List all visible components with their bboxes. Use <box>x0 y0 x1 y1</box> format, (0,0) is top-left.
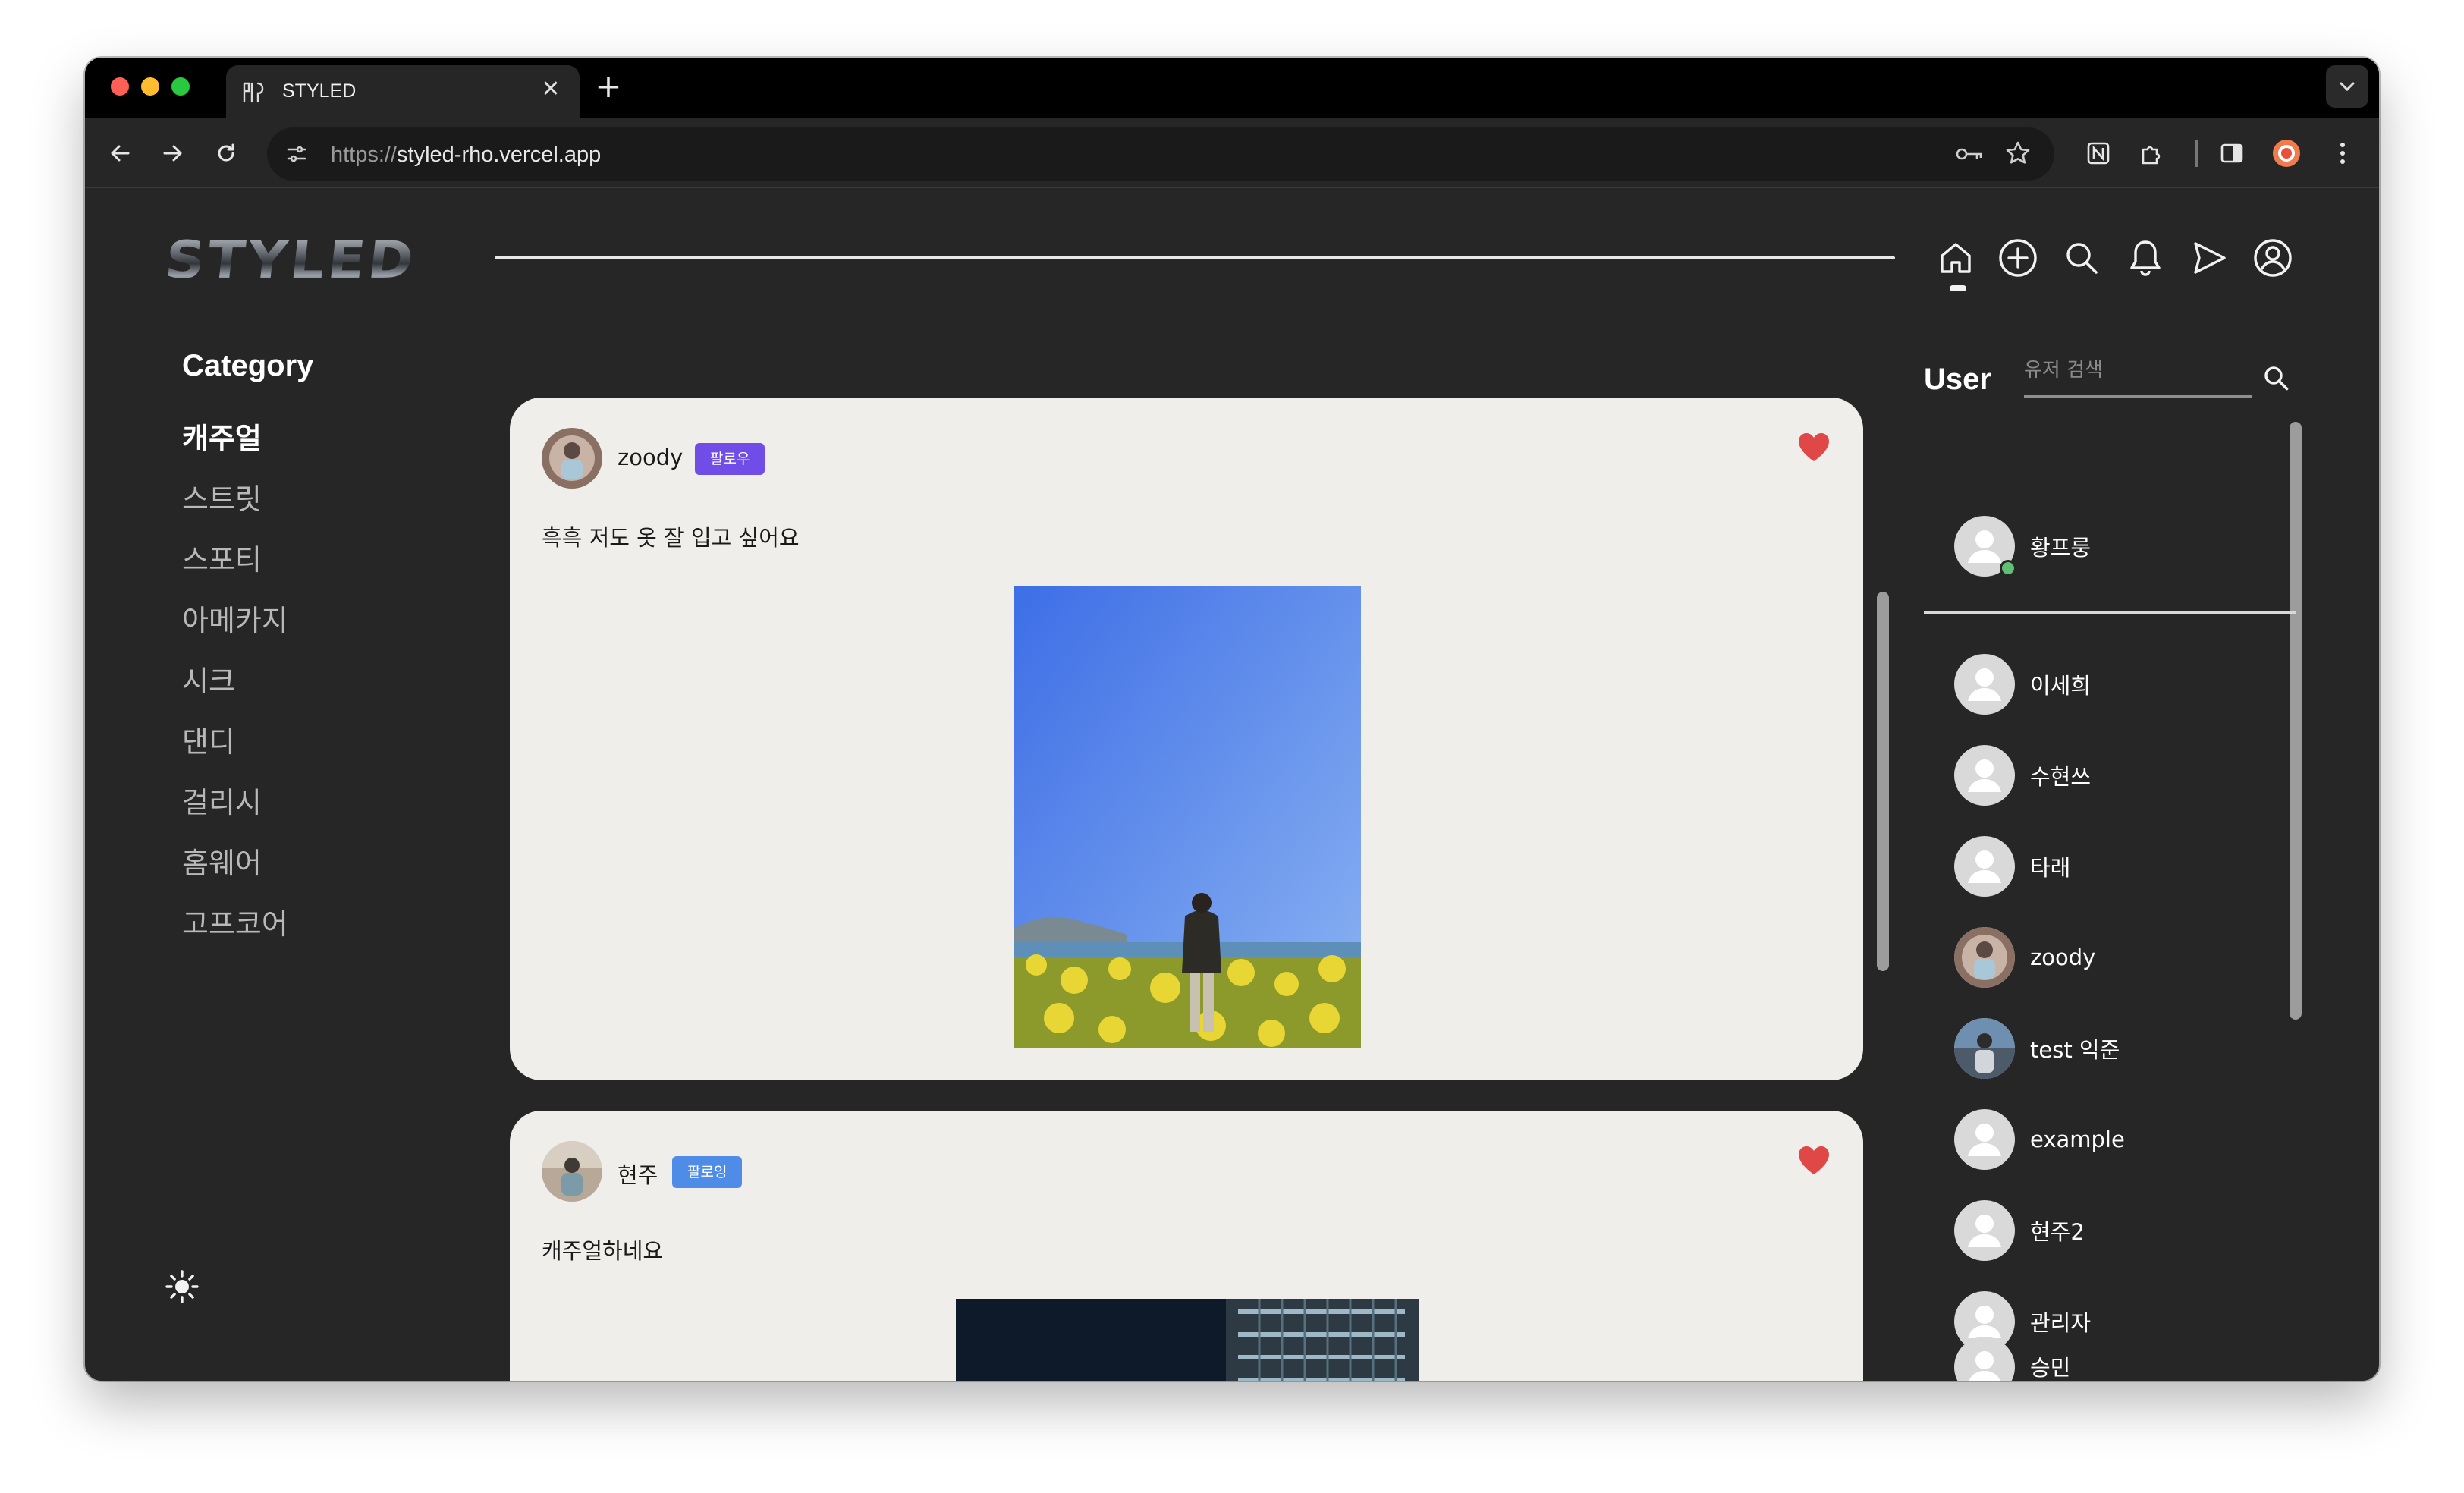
post-photo[interactable] <box>1014 586 1361 1048</box>
search-icon[interactable] <box>2060 237 2103 279</box>
tab-search-button[interactable] <box>2326 65 2368 108</box>
category-item-homewear[interactable]: 홈웨어 <box>182 841 288 901</box>
default-avatar-icon <box>1954 836 2015 897</box>
toolbar-divider <box>2195 140 2198 167</box>
address-bar[interactable]: https://styled-rho.vercel.app <box>267 127 2054 181</box>
category-item-gorpcore[interactable]: 고프코어 <box>182 901 288 962</box>
default-avatar-icon <box>1954 1109 2015 1170</box>
current-user[interactable]: 황프룽 <box>1954 516 2091 577</box>
browser-window: STYLED ✕ + https://styled-rho.vercel.app <box>85 58 2379 1381</box>
user-search-input[interactable] <box>2024 352 2252 398</box>
author-avatar[interactable] <box>542 1141 602 1202</box>
tab-title: STYLED <box>282 80 357 102</box>
user-divider <box>1924 611 2296 614</box>
tab-close-icon[interactable]: ✕ <box>536 76 566 102</box>
user-photo-avatar <box>1954 927 2015 988</box>
maximize-window-button[interactable] <box>171 77 190 96</box>
send-icon[interactable] <box>2188 237 2230 279</box>
default-avatar-icon <box>1954 745 2015 806</box>
user-list-item[interactable]: zoody <box>1954 927 2095 988</box>
following-badge[interactable]: 팔로잉 <box>672 1156 743 1188</box>
close-window-button[interactable] <box>111 77 129 96</box>
search-icon[interactable] <box>2259 361 2293 394</box>
tab-styled[interactable]: STYLED ✕ <box>226 65 580 118</box>
default-avatar-icon <box>1954 1337 2015 1381</box>
user-name: example <box>2030 1127 2125 1152</box>
default-avatar-icon <box>1954 654 2015 715</box>
tab-strip: STYLED ✕ + <box>85 58 2379 118</box>
user-list-item[interactable]: 수현쓰 <box>1954 745 2091 806</box>
user-list-item[interactable]: example <box>1954 1109 2125 1170</box>
forward-button[interactable] <box>156 137 190 170</box>
bell-icon[interactable] <box>2124 237 2167 279</box>
post-photo[interactable] <box>956 1299 1419 1381</box>
follow-badge[interactable]: 팔로우 <box>695 443 765 475</box>
hanger-icon <box>241 80 269 105</box>
category-item-chic[interactable]: 시크 <box>182 658 288 719</box>
category-item-girlish[interactable]: 걸리시 <box>182 780 288 841</box>
profile-avatar-icon[interactable] <box>2270 137 2303 170</box>
post-author-name[interactable]: 현주 <box>618 1158 658 1190</box>
site-settings-icon[interactable] <box>284 141 310 170</box>
user-circle-icon[interactable] <box>2252 237 2294 279</box>
new-tab-button[interactable]: + <box>592 70 625 103</box>
post-card: 현주 팔로잉 캐주얼하네요 <box>510 1111 1863 1381</box>
heart-icon[interactable] <box>1796 1144 1831 1176</box>
feed-scrollbar[interactable] <box>1877 592 1889 971</box>
category-item-street[interactable]: 스트릿 <box>182 476 288 537</box>
user-list-scrollbar[interactable] <box>2290 422 2302 1020</box>
styled-logo[interactable]: STYLED <box>162 231 420 291</box>
user-name: 수현쓰 <box>2030 764 2092 790</box>
online-indicator <box>2000 560 2016 577</box>
styled-page: STYLED Category 캐주얼 스트릿 스포티 아메카지 시크 댄디 걸… <box>85 188 2379 1381</box>
author-avatar[interactable] <box>542 428 602 489</box>
browser-menu-icon[interactable] <box>2326 137 2359 170</box>
category-item-amekaji[interactable]: 아메카지 <box>182 598 288 658</box>
browser-toolbar: https://styled-rho.vercel.app <box>85 118 2379 188</box>
category-item-dandy[interactable]: 댄디 <box>182 719 288 780</box>
extensions-puzzle-icon[interactable] <box>2135 137 2168 170</box>
user-name: 관리자 <box>2030 1310 2092 1336</box>
user-name: 이세희 <box>2030 673 2092 699</box>
user-name: 타래 <box>2030 855 2071 881</box>
user-panel-title: User <box>1924 363 1991 396</box>
post-caption: 캐주얼하네요 <box>542 1238 664 1264</box>
plus-circle-icon[interactable] <box>1997 237 2039 279</box>
user-name: 승민 <box>2030 1355 2071 1381</box>
header-divider <box>495 256 1895 259</box>
reload-button[interactable] <box>209 137 243 170</box>
password-key-icon[interactable] <box>1954 143 1985 168</box>
user-list-item[interactable]: 타래 <box>1954 836 2070 897</box>
user-photo-avatar <box>1954 1018 2015 1079</box>
category-item-sporty[interactable]: 스포티 <box>182 537 288 598</box>
minimize-window-button[interactable] <box>141 77 159 96</box>
user-list-item[interactable]: test 익준 <box>1954 1018 2120 1079</box>
default-avatar-icon <box>1954 1200 2015 1261</box>
url-text[interactable]: https://styled-rho.vercel.app <box>331 143 601 168</box>
category-list: 캐주얼 스트릿 스포티 아메카지 시크 댄디 걸리시 홈웨어 고프코어 <box>182 416 288 962</box>
home-icon[interactable] <box>1934 237 1977 279</box>
user-name: 황프룽 <box>2030 535 2092 561</box>
user-name: 현주2 <box>2030 1219 2085 1245</box>
home-active-indicator <box>1950 285 1966 291</box>
user-list-item[interactable]: 이세희 <box>1954 654 2091 715</box>
post-caption: 흑흑 저도 옷 잘 입고 싶어요 <box>542 525 800 551</box>
post-card: zoody 팔로우 흑흑 저도 옷 잘 입고 싶어요 <box>510 398 1863 1080</box>
post-author-name[interactable]: zoody <box>618 445 683 470</box>
back-button[interactable] <box>103 137 137 170</box>
side-panel-icon[interactable] <box>2215 137 2249 170</box>
user-list-item[interactable]: 승민 <box>1954 1337 2070 1381</box>
category-title: Category <box>182 349 314 382</box>
bookmark-star-icon[interactable] <box>2004 140 2032 170</box>
user-name: test 익준 <box>2030 1037 2120 1063</box>
user-list-item[interactable]: 현주2 <box>1954 1200 2085 1261</box>
category-item-casual[interactable]: 캐주얼 <box>182 416 288 476</box>
heart-icon[interactable] <box>1796 431 1831 463</box>
sun-icon[interactable] <box>161 1265 203 1308</box>
notion-extension-icon[interactable] <box>2082 137 2115 170</box>
user-name: zoody <box>2030 945 2096 970</box>
